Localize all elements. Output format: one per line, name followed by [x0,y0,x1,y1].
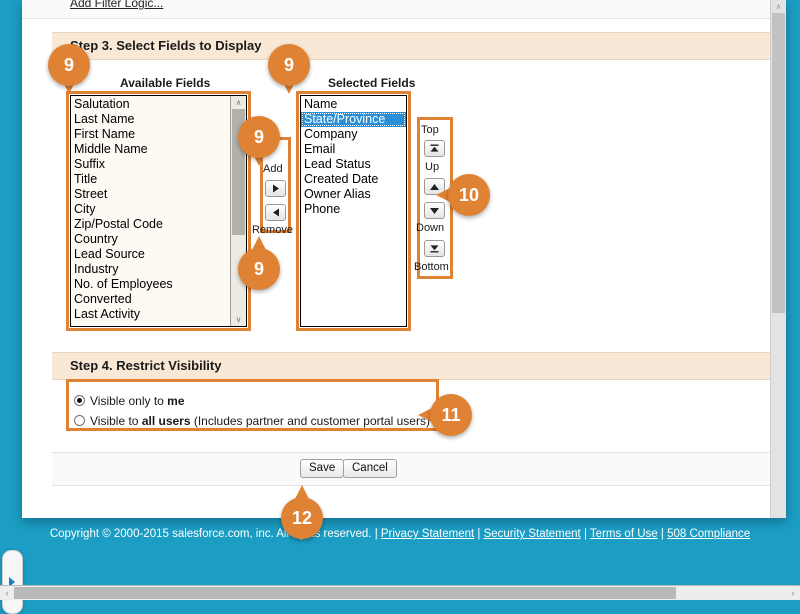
callout-12-save: 12 [281,485,323,539]
508-compliance-link[interactable]: 508 Compliance [667,528,750,540]
security-statement-link[interactable]: Security Statement [484,528,581,540]
step4-title: Step 4. Restrict Visibility [70,358,222,373]
add-button[interactable] [265,180,286,197]
arrow-left-icon [272,208,279,217]
callout-number: 9 [268,44,310,86]
down-button-label: Down [416,222,445,234]
footer-sep-2: | [580,528,590,540]
selected-field-item[interactable]: Lead Status [301,157,406,172]
available-fields-list: Salutation Last Name First Name Middle Name… [71,96,246,322]
available-field-item[interactable]: Country [71,232,246,247]
callout-9-add: 9 [238,116,280,166]
callout-number: 12 [281,497,323,539]
visibility-option-me[interactable]: Visible only to me [74,394,185,408]
visibility-option-me-prefix: Visible only to [90,394,168,408]
selected-fields-list: Name State/Province Company Email Lead Statu… [301,96,406,217]
selected-field-item[interactable]: Created Date [301,172,406,187]
callout-number: 9 [48,44,90,86]
available-field-item[interactable]: First Name [71,127,246,142]
selected-fields-listbox[interactable]: Name State/Province Company Email Lead Statu… [300,95,407,327]
terms-of-use-link[interactable]: Terms of Use [590,528,658,540]
bottom-button-label: Bottom [414,261,449,273]
scroll-down-icon[interactable]: ∨ [231,313,246,326]
remove-button[interactable] [265,204,286,221]
horizontal-scrollbar-thumb[interactable] [14,587,676,599]
available-field-item[interactable]: Last Name [71,112,246,127]
footer-sep-1: | [474,528,484,540]
available-field-item[interactable]: Converted [71,292,246,307]
available-field-item[interactable]: Street [71,187,246,202]
available-fields-heading: Available Fields [120,76,211,90]
callout-9-remove: 9 [238,236,280,290]
selected-field-item[interactable]: Phone [301,202,406,217]
selected-fields-heading: Selected Fields [328,76,416,90]
step3-title: Step 3. Select Fields to Display [70,38,262,53]
selected-field-item[interactable]: Name [301,97,406,112]
radio-icon-me[interactable] [74,395,85,406]
page-horizontal-scrollbar[interactable]: ‹ › [0,585,800,600]
filter-logic-row: Add Filter Logic... [22,0,771,19]
scroll-right-icon[interactable]: › [786,586,800,600]
available-field-item[interactable]: City [71,202,246,217]
move-down-icon [430,207,439,214]
callout-number: 10 [448,174,490,216]
available-fields-listbox[interactable]: Salutation Last Name First Name Middle Name… [70,95,247,327]
page-content: Add Filter Logic... Step 3. Select Field… [22,0,771,518]
available-field-item[interactable]: Zip/Postal Code [71,217,246,232]
callout-11-visibility: 11 [418,394,472,436]
callout-number: 9 [238,116,280,158]
footer-sep-3: | [657,528,668,540]
available-field-item[interactable]: No. of Employees [71,277,246,292]
selected-field-item[interactable]: State/Province [301,112,406,127]
callout-number: 11 [430,394,472,436]
page-card: Add Filter Logic... Step 3. Select Field… [22,0,786,518]
cancel-button[interactable]: Cancel [343,459,397,478]
page-vertical-scrollbar[interactable]: ∧ [770,0,786,518]
action-button-bar: Save Cancel [52,452,771,486]
save-button[interactable]: Save [300,459,345,478]
visibility-option-me-strong: me [167,394,185,408]
arrow-right-icon [272,184,279,193]
page-scrollbar-thumb[interactable] [772,13,785,313]
right-edge [786,0,800,586]
callout-number: 9 [238,248,280,290]
visibility-option-all-users[interactable]: Visible to all users (Includes partner a… [74,414,430,428]
move-to-top-button[interactable] [424,140,445,157]
top-button-label: Top [421,124,439,136]
move-down-button[interactable] [424,202,445,219]
step4-header: Step 4. Restrict Visibility [52,352,771,380]
visibility-option-all-strong: all users [141,414,191,428]
scroll-up-icon[interactable]: ∧ [231,96,246,109]
available-field-item[interactable]: Middle Name [71,142,246,157]
move-to-bottom-button[interactable] [424,240,445,257]
callout-9-available: 9 [48,44,90,94]
move-to-bottom-icon [430,245,439,253]
left-rail [0,0,22,586]
step3-header: Step 3. Select Fields to Display [52,32,771,60]
available-field-item[interactable]: Industry [71,262,246,277]
selected-field-item[interactable]: Owner Alias [301,187,406,202]
available-field-item[interactable]: Title [71,172,246,187]
sidebar-expand-button[interactable] [2,550,23,614]
radio-icon-all-users[interactable] [74,415,85,426]
scroll-left-icon[interactable]: ‹ [0,586,14,600]
available-field-item[interactable]: Salutation [71,97,246,112]
available-field-item[interactable]: Last Activity [71,307,246,322]
selected-field-item[interactable]: Email [301,142,406,157]
footer-copyright: Copyright © 2000-2015 salesforce.com, in… [49,528,381,540]
footer: Copyright © 2000-2015 salesforce.com, in… [0,524,800,582]
visibility-option-all-suffix: (Includes partner and customer portal us… [190,414,430,428]
callout-10-order: 10 [436,174,490,216]
available-field-item[interactable]: Lead Source [71,247,246,262]
up-button-label: Up [425,161,440,173]
privacy-statement-link[interactable]: Privacy Statement [381,528,474,540]
add-filter-logic-link[interactable]: Add Filter Logic... [70,0,163,10]
remove-button-label: Remove [252,224,293,236]
available-field-item[interactable]: Suffix [71,157,246,172]
move-to-top-icon [430,144,439,152]
visibility-option-all-prefix: Visible to [90,414,142,428]
selected-field-item[interactable]: Company [301,127,406,142]
callout-9-selected: 9 [268,44,310,94]
page-scroll-up-icon[interactable]: ∧ [771,0,786,13]
